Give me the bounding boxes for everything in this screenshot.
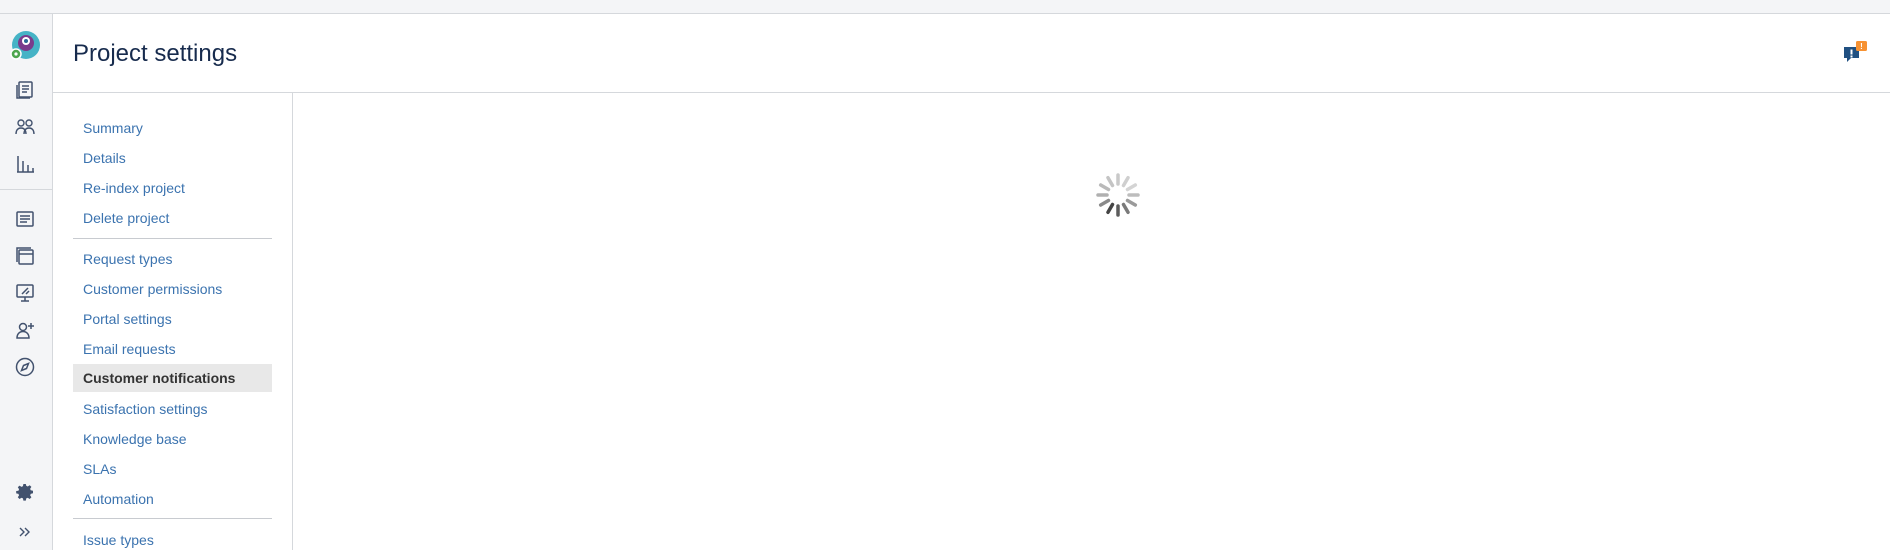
avatar-icon[interactable] bbox=[9, 30, 41, 62]
loading-spinner-icon bbox=[1096, 173, 1140, 217]
nav-item-delete-project[interactable]: Delete project bbox=[73, 204, 272, 232]
nav-divider bbox=[73, 238, 272, 239]
knowledge-base-icon[interactable] bbox=[12, 243, 38, 269]
nav-divider bbox=[73, 518, 272, 519]
nav-item-customer-notifications[interactable]: Customer notifications bbox=[73, 364, 272, 392]
page-title: Project settings bbox=[73, 40, 238, 67]
invite-team-icon[interactable] bbox=[12, 317, 38, 343]
channels-icon[interactable] bbox=[12, 280, 38, 306]
queues-icon[interactable] bbox=[12, 77, 38, 103]
nav-item-automation[interactable]: Automation bbox=[73, 485, 272, 513]
feedback-badge: ! bbox=[1860, 42, 1863, 51]
nav-item-knowledge-base[interactable]: Knowledge base bbox=[73, 425, 272, 453]
sidebar-divider bbox=[0, 189, 52, 190]
feedback-button[interactable]: ! bbox=[1842, 40, 1868, 66]
customers-icon[interactable] bbox=[12, 114, 38, 140]
page-header: Project settings ! bbox=[53, 14, 1890, 93]
nav-item-issue-types[interactable]: Issue types bbox=[73, 526, 272, 550]
nav-item-slas[interactable]: SLAs bbox=[73, 455, 272, 483]
expand-icon[interactable] bbox=[12, 519, 38, 545]
raise-request-icon[interactable] bbox=[12, 206, 38, 232]
nav-item-details[interactable]: Details bbox=[73, 144, 272, 172]
left-sidebar bbox=[0, 14, 53, 550]
top-strip bbox=[0, 0, 1890, 14]
reports-icon[interactable] bbox=[12, 151, 38, 177]
nav-item-email-requests[interactable]: Email requests bbox=[73, 335, 272, 363]
nav-item-re-index-project[interactable]: Re-index project bbox=[73, 174, 272, 202]
feedback-icon: ! bbox=[1844, 41, 1867, 62]
nav-item-customer-permissions[interactable]: Customer permissions bbox=[73, 275, 272, 303]
nav-item-satisfaction-settings[interactable]: Satisfaction settings bbox=[73, 395, 272, 423]
settings-icon[interactable] bbox=[12, 479, 38, 505]
nav-item-request-types[interactable]: Request types bbox=[73, 245, 272, 273]
nav-item-portal-settings[interactable]: Portal settings bbox=[73, 305, 272, 333]
main-content bbox=[294, 93, 1890, 550]
compass-icon[interactable] bbox=[12, 354, 38, 380]
project-settings-nav: Summary Details Re-index project Delete … bbox=[53, 93, 293, 550]
nav-item-summary[interactable]: Summary bbox=[73, 114, 272, 142]
